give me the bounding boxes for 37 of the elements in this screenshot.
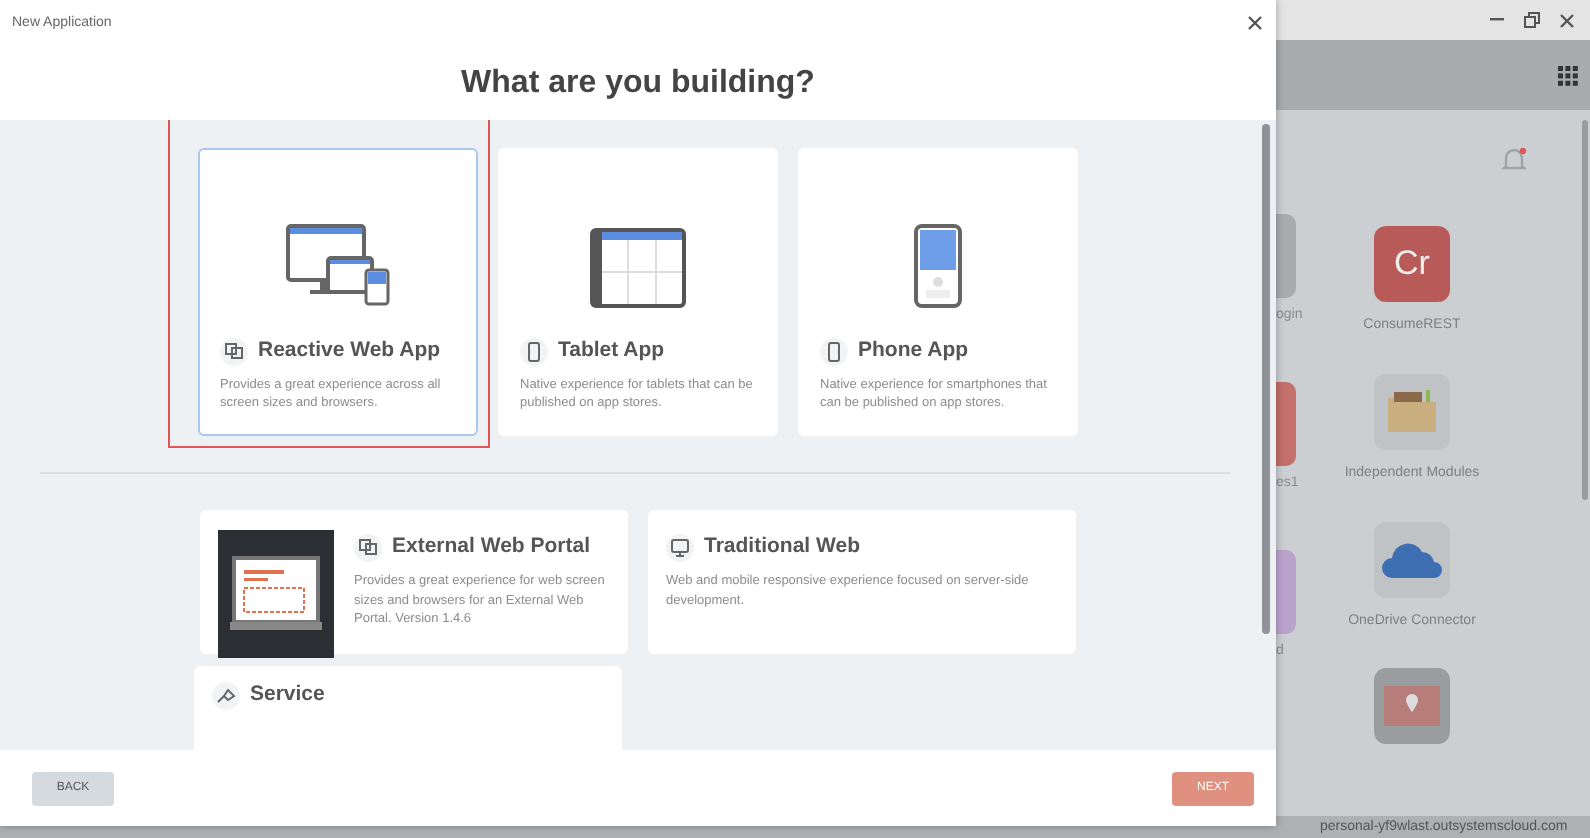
map-pin-icon <box>1384 686 1440 727</box>
restore-icon[interactable] <box>1524 12 1540 28</box>
tablet-drawing <box>590 227 686 308</box>
devices-drawing <box>286 223 390 308</box>
app-tile[interactable] <box>1276 214 1296 298</box>
apps-grid-icon[interactable] <box>1558 65 1578 85</box>
web-type-icon <box>666 533 694 562</box>
app-tile[interactable] <box>1276 550 1296 634</box>
phone-drawing <box>914 223 962 308</box>
close-button[interactable] <box>1248 13 1262 35</box>
card-title: Reactive Web App <box>258 335 441 366</box>
phone-type-icon <box>820 337 848 366</box>
folder-icon <box>1386 389 1438 434</box>
portal-type-icon <box>354 533 382 562</box>
tablet-type-icon <box>520 337 548 366</box>
app-tile[interactable]: Cr <box>1373 226 1450 302</box>
card-title: Phone App <box>858 335 969 366</box>
app-tile[interactable] <box>1374 668 1450 745</box>
app-tile[interactable] <box>1374 521 1450 597</box>
scrollbar[interactable] <box>1582 120 1588 500</box>
app-tile[interactable] <box>1276 382 1296 466</box>
scrollbar[interactable] <box>1262 124 1270 634</box>
laptop-drawing <box>226 554 326 634</box>
notification-bell-icon[interactable] <box>1500 146 1528 174</box>
app-tile[interactable] <box>1374 373 1450 450</box>
service-type-icon <box>212 681 240 710</box>
responsive-type-icon <box>220 337 248 366</box>
card-title: Service <box>250 680 325 710</box>
card-title: External Web Portal <box>392 532 591 562</box>
cloud-icon <box>1380 539 1444 579</box>
card-title: Tablet App <box>558 335 665 366</box>
dialog-heading: What are you building? <box>461 64 815 104</box>
card-title: Traditional Web <box>704 532 860 562</box>
minimize-icon[interactable] <box>1490 18 1504 22</box>
app-type-card[interactable]: Service <box>194 666 622 750</box>
app-initials: Cr <box>1394 242 1430 287</box>
close-icon[interactable] <box>1560 13 1574 27</box>
